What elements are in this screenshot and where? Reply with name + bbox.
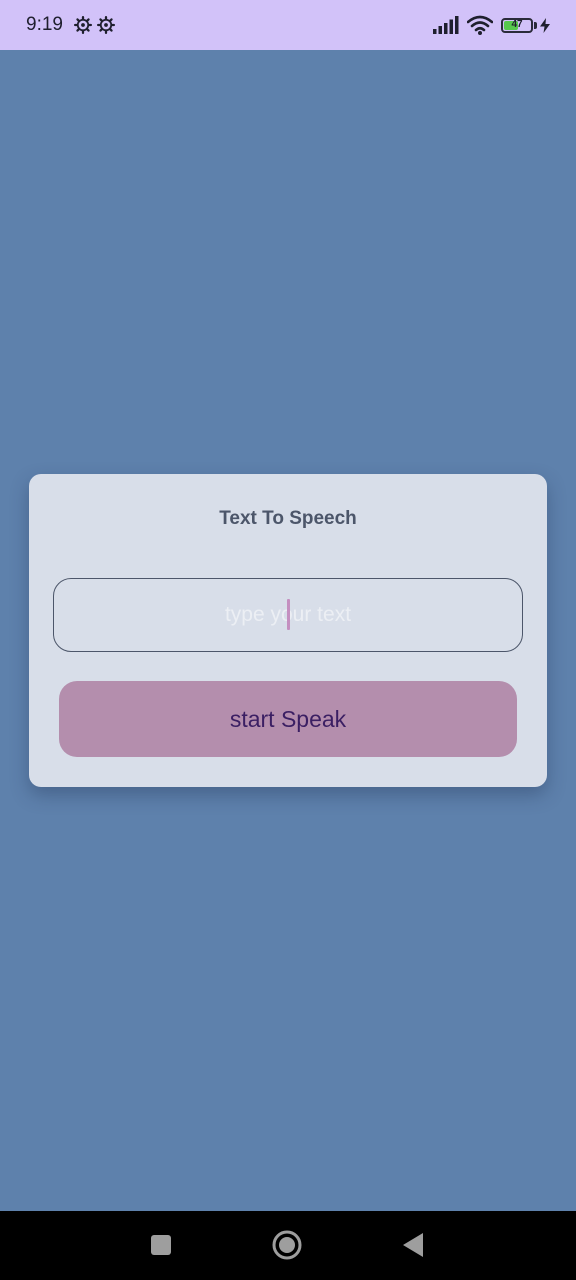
home-button[interactable] — [271, 1229, 303, 1261]
battery-icon: 47 — [501, 17, 533, 33]
back-icon — [403, 1233, 423, 1257]
status-bar: 9:19 47 — [0, 0, 576, 50]
wifi-icon — [467, 15, 493, 35]
home-icon — [272, 1230, 302, 1260]
start-speak-button[interactable]: start Speak — [59, 681, 517, 757]
back-button[interactable] — [397, 1229, 429, 1261]
status-time: 9:19 — [26, 14, 63, 35]
card-title: Text To Speech — [219, 508, 357, 529]
status-bar-left: 9:19 — [26, 14, 115, 36]
settings-gear-icon — [73, 16, 92, 34]
text-cursor — [287, 599, 290, 630]
recent-apps-button[interactable] — [145, 1229, 177, 1261]
navigation-bar — [0, 1211, 576, 1280]
battery-cap — [534, 21, 537, 29]
battery-level: 47 — [511, 19, 523, 30]
recent-apps-icon — [151, 1235, 171, 1255]
charging-bolt-icon — [540, 17, 550, 33]
signal-icon — [433, 16, 459, 34]
status-bar-right: 47 — [433, 15, 550, 35]
settings-gear-icon — [96, 16, 115, 34]
text-to-speech-card: Text To Speech start Speak — [29, 474, 547, 787]
